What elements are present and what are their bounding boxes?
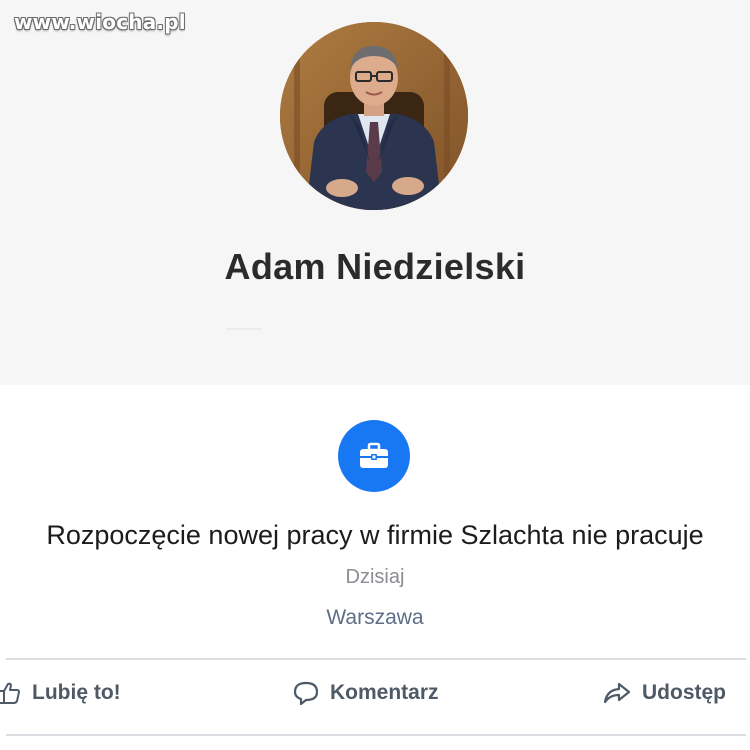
life-event-title: Rozpoczęcie nowej pracy w firmie Szlacht… bbox=[46, 520, 704, 550]
comment-icon bbox=[292, 680, 320, 706]
life-event-location[interactable]: Warszawa bbox=[0, 606, 750, 630]
thumbs-up-icon bbox=[0, 680, 22, 706]
avatar[interactable] bbox=[280, 22, 468, 210]
like-label: Lubię to! bbox=[32, 681, 121, 704]
share-button[interactable]: Udostęp bbox=[602, 680, 726, 706]
life-event-date: Dzisiaj bbox=[345, 566, 405, 588]
share-arrow-icon bbox=[602, 680, 632, 706]
profile-name[interactable]: Adam Niedzielski bbox=[0, 246, 750, 288]
actions-top-divider bbox=[6, 658, 746, 660]
actions-bottom-divider bbox=[6, 734, 746, 736]
comment-button[interactable]: Komentarz bbox=[292, 680, 439, 706]
like-button[interactable]: Lubię to! bbox=[0, 680, 121, 706]
divider-fragment bbox=[226, 328, 262, 330]
watermark: www.wiocha.pl bbox=[14, 10, 186, 34]
post-actions-bar: Lubię to! Komentarz Udostęp bbox=[0, 668, 750, 724]
comment-label: Komentarz bbox=[330, 681, 439, 704]
share-label: Udostęp bbox=[642, 681, 726, 704]
life-event-badge bbox=[338, 420, 410, 492]
